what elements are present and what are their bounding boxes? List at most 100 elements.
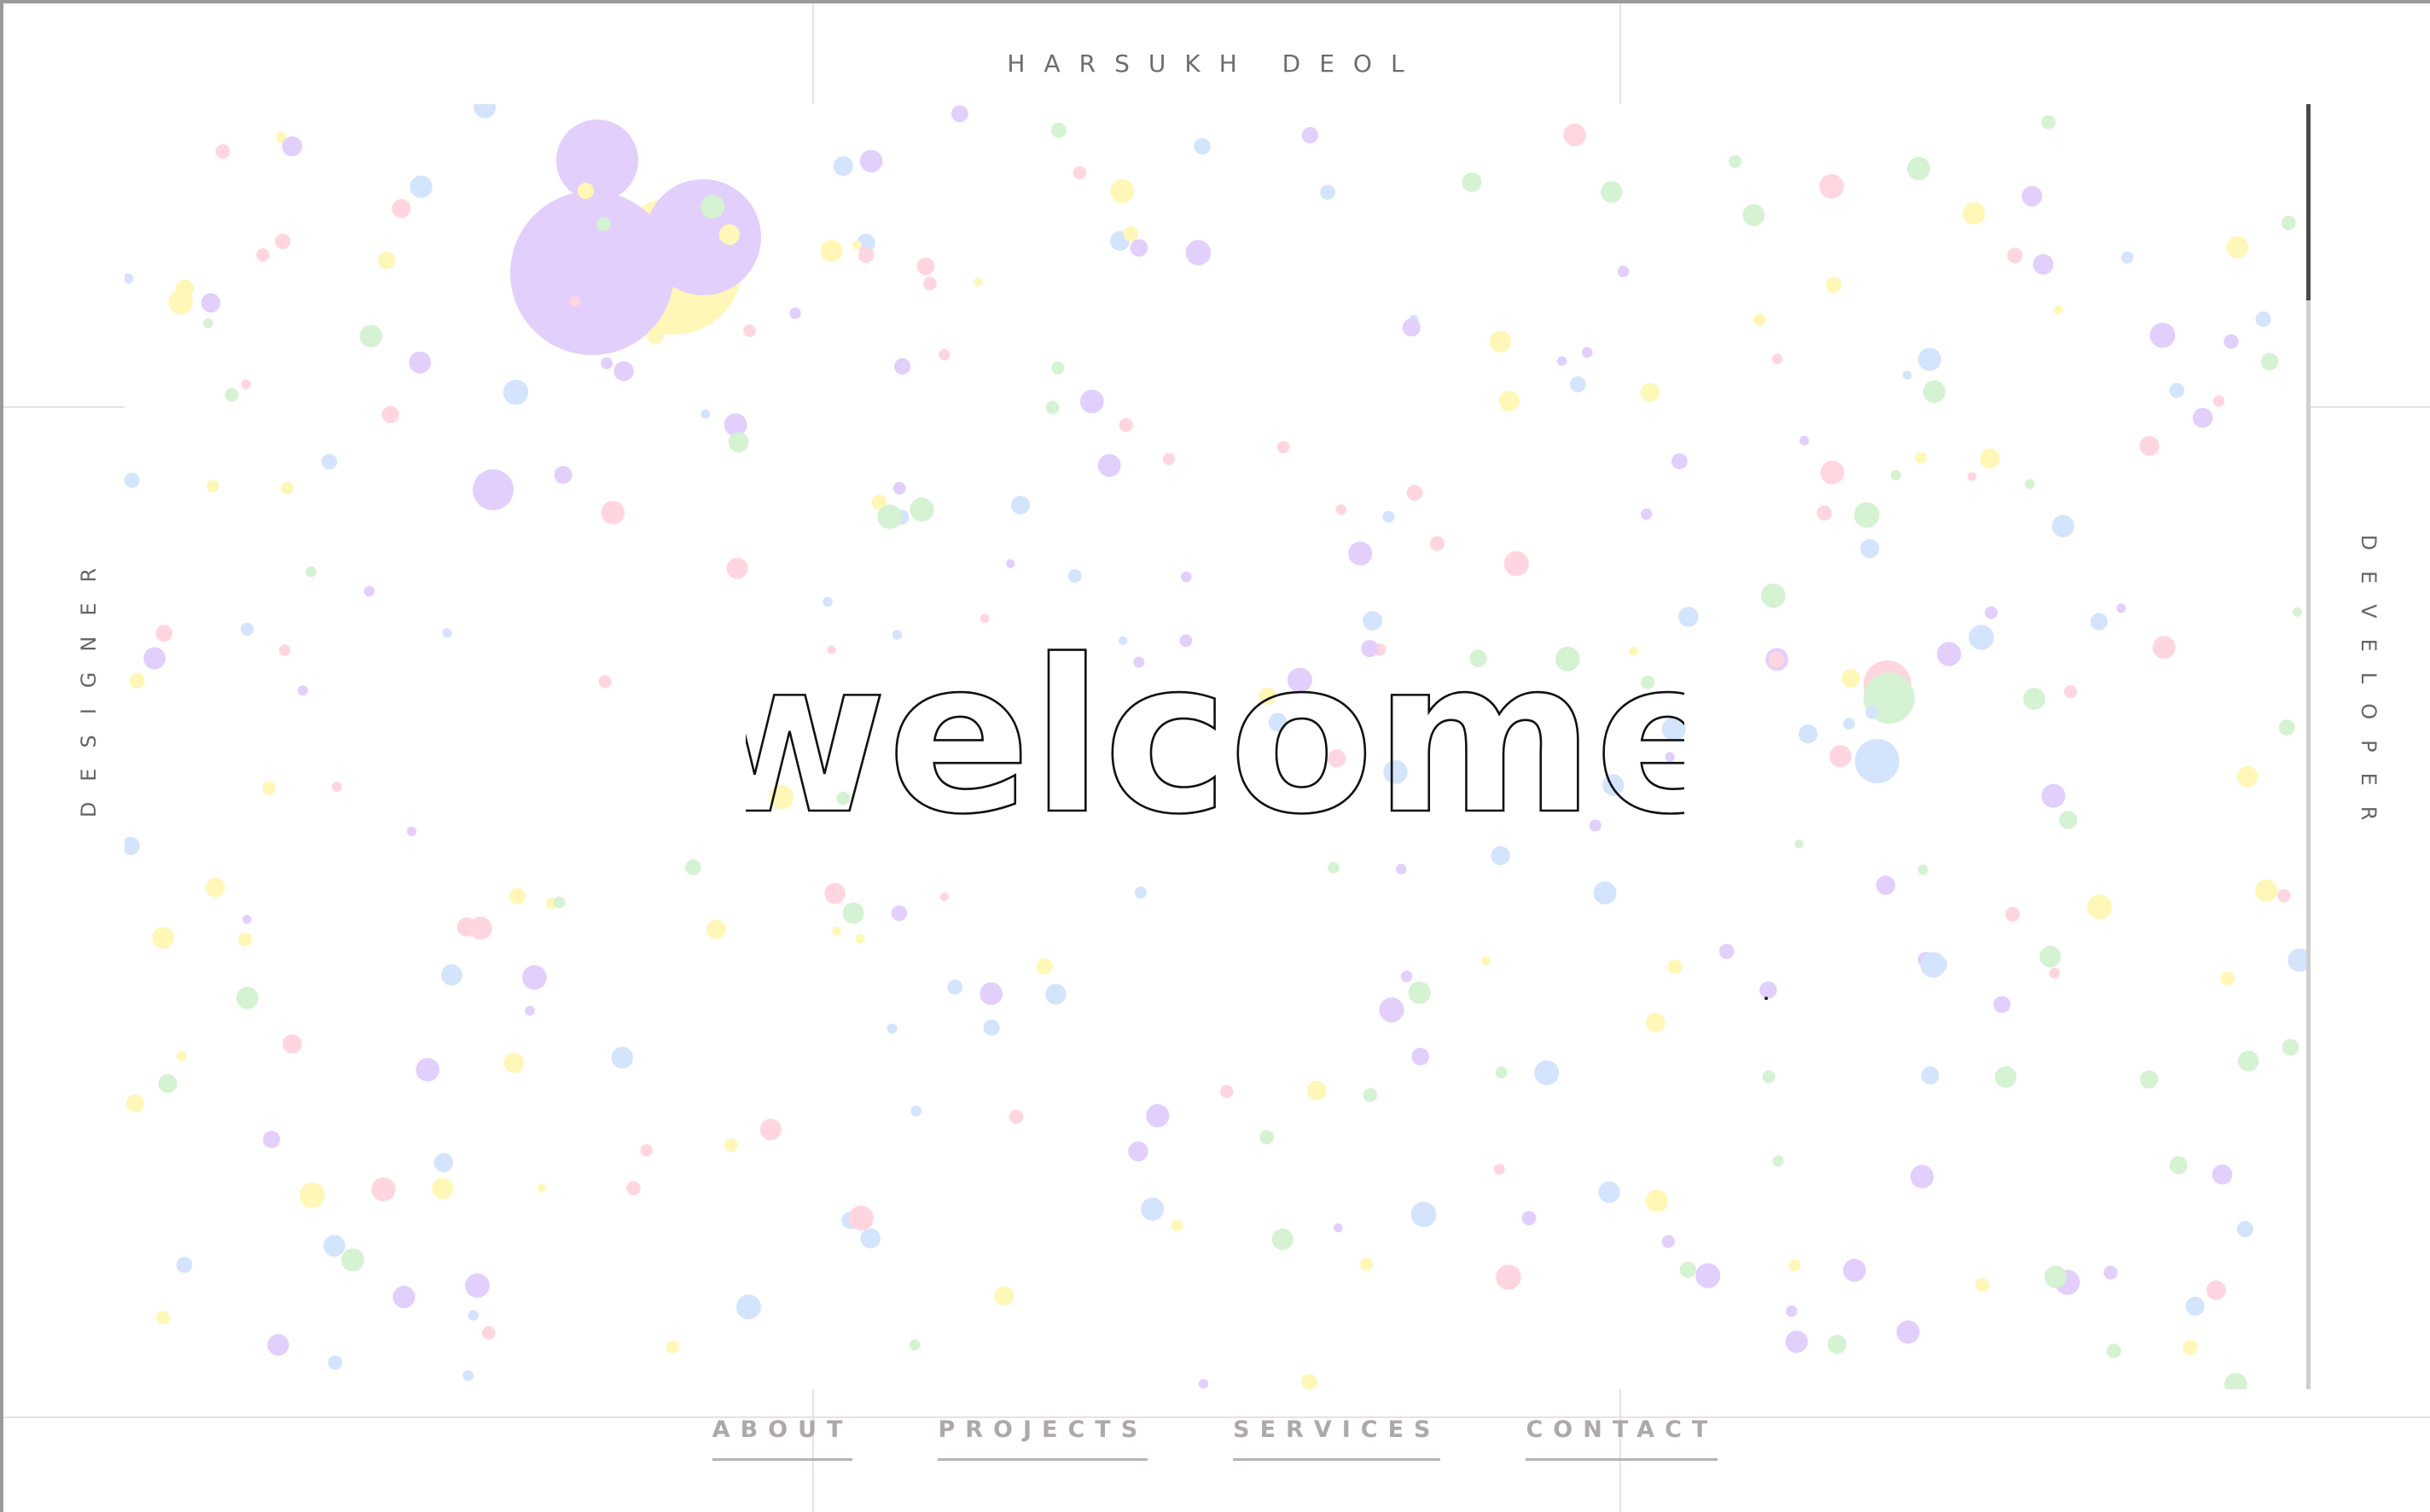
bubble — [939, 348, 950, 361]
bubble — [577, 183, 595, 200]
bubble — [2121, 251, 2134, 264]
bubble — [1171, 1219, 1183, 1232]
grid-line — [3, 406, 125, 408]
bubble — [923, 276, 937, 291]
bubble — [392, 199, 411, 218]
bubble — [1581, 346, 1593, 358]
bubble — [743, 324, 756, 338]
bubble — [1645, 1013, 1666, 1032]
bubble — [706, 919, 726, 939]
bubble — [158, 1073, 177, 1093]
scrollbar-thumb[interactable] — [2306, 104, 2311, 300]
bubble — [1563, 123, 1586, 147]
bubble — [2049, 968, 2061, 979]
bubble — [2005, 906, 2020, 922]
bubble — [242, 915, 252, 924]
bubble — [859, 149, 883, 172]
bubble — [2053, 305, 2063, 315]
bubble — [323, 1235, 346, 1257]
bubble — [1695, 1263, 1721, 1288]
bubble — [1843, 1259, 1866, 1282]
bubble — [238, 932, 253, 947]
bubble — [916, 257, 935, 276]
bubble — [299, 1182, 325, 1208]
bubble — [503, 380, 529, 405]
bubble — [2282, 1038, 2299, 1056]
bubble — [626, 1181, 641, 1195]
nav-about-link[interactable]: ABOUT — [712, 1416, 853, 1461]
bubble — [1993, 996, 2011, 1014]
bubble — [1661, 1235, 1675, 1248]
bubble — [974, 277, 983, 287]
nav-projects-link[interactable]: PROJECTS — [938, 1416, 1148, 1461]
bubble — [1051, 122, 1067, 138]
bubble — [1335, 504, 1347, 515]
bubble — [2116, 603, 2126, 614]
bubble — [410, 175, 433, 198]
bubble — [1011, 496, 1030, 515]
bubble — [1141, 1197, 1165, 1221]
bubble — [1481, 956, 1491, 966]
bubble — [1601, 181, 1623, 203]
bubble — [601, 357, 613, 369]
bubble — [857, 247, 875, 264]
bubble — [832, 926, 841, 936]
bubble — [341, 1248, 364, 1272]
bubble — [2292, 607, 2302, 617]
bubble — [1718, 944, 1735, 959]
bubble — [2226, 236, 2249, 259]
bubble — [263, 1131, 281, 1149]
bubble — [1521, 1211, 1537, 1225]
nav-contact-link[interactable]: CONTACT — [1526, 1416, 1718, 1461]
bubble — [1641, 508, 1653, 520]
bubble — [554, 466, 573, 485]
bubble — [824, 882, 846, 904]
bubble — [2106, 1343, 2121, 1358]
bubble — [1411, 1047, 1429, 1066]
bubble — [718, 224, 741, 246]
bubble — [2254, 879, 2278, 902]
bubble — [894, 358, 911, 375]
bubble — [1162, 452, 1175, 466]
bubble — [2261, 352, 2279, 370]
bubble — [2140, 1070, 2159, 1089]
bubble — [647, 328, 664, 345]
bubble — [1786, 1306, 1798, 1317]
bubble — [2025, 479, 2035, 490]
bubble — [381, 405, 399, 423]
bubble — [224, 387, 239, 402]
bubble — [724, 1138, 738, 1153]
bubble — [125, 1094, 144, 1113]
bubble — [2277, 888, 2291, 903]
bubble — [1396, 864, 1407, 875]
bubble — [1301, 126, 1318, 144]
bubble — [522, 965, 547, 990]
bubble — [215, 144, 230, 159]
bubble — [537, 1183, 546, 1193]
bubble — [728, 432, 749, 453]
bubble — [2007, 247, 2023, 264]
bubble — [1729, 154, 1741, 168]
bubble — [1198, 1379, 1209, 1389]
bubble — [569, 295, 580, 306]
bubble — [820, 240, 843, 263]
bubble — [509, 887, 526, 904]
bubble — [892, 481, 906, 495]
bubble — [474, 104, 497, 119]
bubble — [321, 453, 338, 470]
bubble — [1785, 1330, 1808, 1353]
nav-services-link[interactable]: SERVICES — [1233, 1416, 1441, 1461]
bubble — [1598, 1181, 1620, 1203]
bubble — [503, 1052, 525, 1073]
bubble — [2149, 323, 2176, 348]
bubble — [2090, 613, 2108, 631]
bubble — [1922, 380, 1946, 404]
bubble — [442, 628, 452, 638]
bubble — [611, 1046, 633, 1069]
bubble — [860, 1228, 881, 1249]
bubble — [1593, 881, 1617, 904]
bubble — [1917, 864, 1928, 875]
bubble — [1334, 1223, 1343, 1233]
bubble — [1220, 1085, 1234, 1098]
bubble — [2220, 971, 2235, 986]
